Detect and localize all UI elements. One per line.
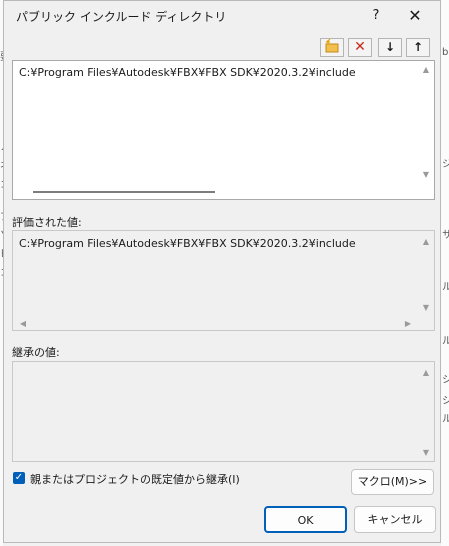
new-folder-icon (324, 38, 340, 56)
move-up-button[interactable]: ↑ (406, 38, 430, 57)
bg-text-fragment: ル (442, 336, 449, 347)
evaluated-value-box: C:¥Program Files¥Autodesk¥FBX¥FBX SDK¥20… (12, 230, 435, 331)
bg-text-fragment: ル (442, 414, 449, 425)
macro-button[interactable]: マクロ(M)>> (351, 469, 434, 495)
delete-line-button[interactable]: ✕ (348, 38, 372, 57)
inherit-checkbox[interactable]: ✓ (13, 472, 25, 484)
dialog-title: パブリック インクルード ディレクトリ (16, 10, 227, 24)
inherited-value-box: ▲ ▼ (12, 361, 435, 462)
editor-vertical-scrollbar[interactable]: ▲ ▼ (418, 61, 434, 183)
delete-icon: ✕ (354, 39, 366, 55)
background-window-edge-right (441, 0, 449, 546)
bg-text-fragment: ジ (442, 159, 449, 170)
move-down-button[interactable]: ↓ (378, 38, 402, 57)
bg-text-fragment: サ (442, 230, 449, 241)
scroll-up-icon[interactable]: ▲ (418, 237, 434, 246)
cancel-button[interactable]: キャンセル (354, 506, 436, 533)
scroll-down-icon[interactable]: ▼ (418, 448, 434, 457)
editor-line[interactable]: C:¥Program Files¥Autodesk¥FBX¥FBX SDK¥20… (19, 66, 356, 79)
evaluated-value-label: 評価された値: (12, 216, 82, 229)
scroll-up-icon[interactable]: ▲ (418, 368, 434, 377)
inherited-vertical-scrollbar[interactable]: ▲ ▼ (418, 362, 434, 461)
evaluated-line: C:¥Program Files¥Autodesk¥FBX¥FBX SDK¥20… (19, 237, 356, 250)
include-directories-dialog: パブリック インクルード ディレクトリ ? ✕ ✕ ↓ ↑ C:¥Program… (3, 0, 441, 543)
inherited-value-label: 継承の値: (12, 346, 60, 359)
evaluated-vertical-scrollbar[interactable]: ▲ ▼ (418, 231, 434, 314)
inherit-checkbox-label[interactable]: 親またはプロジェクトの既定値から継承(I) (30, 471, 240, 487)
bg-text-fragment: シ (442, 396, 449, 407)
new-line-button[interactable] (320, 38, 344, 57)
scroll-up-icon[interactable]: ▲ (418, 65, 434, 74)
arrow-down-icon: ↓ (384, 40, 396, 54)
arrow-up-icon: ↑ (412, 40, 424, 54)
editor-horizontal-scrollbar[interactable] (13, 183, 418, 199)
scroll-down-icon[interactable]: ▼ (418, 170, 434, 179)
help-button[interactable]: ? (361, 4, 391, 28)
close-button[interactable]: ✕ (400, 4, 430, 28)
title-bar: パブリック インクルード ディレクトリ ? ✕ (4, 1, 440, 31)
include-paths-editor[interactable]: C:¥Program Files¥Autodesk¥FBX¥FBX SDK¥20… (12, 60, 435, 200)
scrollbar-thumb[interactable] (33, 191, 215, 193)
bg-text-fragment: b (442, 47, 449, 58)
scroll-left-icon[interactable]: ◀ (15, 319, 31, 328)
ok-button[interactable]: OK (264, 506, 347, 533)
scroll-down-icon[interactable]: ▼ (418, 303, 434, 312)
scroll-right-icon[interactable]: ▶ (400, 319, 416, 328)
bg-text-fragment: シ (442, 375, 449, 386)
bg-text-fragment: ル (442, 282, 449, 293)
